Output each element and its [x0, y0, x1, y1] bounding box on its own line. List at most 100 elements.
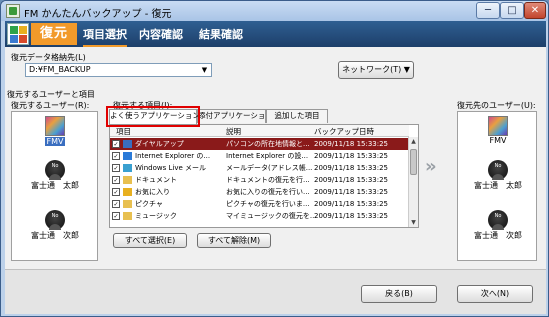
item-name: Windows Live メール	[135, 164, 206, 172]
restore-source-label: 復元データ格納先(L)	[11, 53, 86, 62]
folder-icon	[123, 176, 132, 184]
item-backup-date: 2009/11/18 15:33:25	[314, 212, 389, 220]
source-user-name: 富士通 太郎	[31, 181, 79, 190]
close-button[interactable]: ✕	[524, 2, 546, 19]
network-button[interactable]: ネットワーク(T) ▼	[338, 61, 414, 79]
item-name: お気に入り	[135, 188, 170, 196]
item-backup-date: 2009/11/18 15:33:25	[314, 200, 389, 208]
no-image-avatar-icon: No	[45, 210, 65, 230]
footer-bar: 戻る(B) 次へ(N)	[5, 269, 546, 314]
tab-added-items[interactable]: 追加した項目	[266, 109, 328, 123]
mail-icon	[123, 164, 132, 172]
item-checkbox[interactable]: ✓	[112, 200, 120, 208]
source-users-label: 復元するユーザー(R):	[11, 101, 90, 110]
table-row[interactable]: ✓ ダイヤルアップ パソコンの所在地情報と... 2009/11/18 15:33:2…	[110, 138, 409, 150]
item-description: ピクチャの復元を行いま...	[226, 200, 310, 208]
item-backup-date: 2009/11/18 15:33:25	[314, 176, 389, 184]
table-row[interactable]: ✓ ピクチャ ピクチャの復元を行いま... 2009/11/18 15:33:25	[110, 198, 409, 210]
table-row[interactable]: ✓ お気に入り お気に入りの復元を行い... 2009/11/18 15:33:25	[110, 186, 409, 198]
item-name: ミュージック	[135, 212, 177, 220]
item-checkbox[interactable]: ✓	[112, 212, 120, 220]
folder-icon	[123, 212, 132, 220]
step-confirm-contents: 内容確認	[139, 28, 183, 41]
minimize-button[interactable]: ─	[476, 2, 500, 19]
item-description: お気に入りの復元を行い...	[226, 188, 310, 196]
target-user-name: 富士通 次郎	[474, 231, 522, 240]
source-user-taro[interactable]: No 富士通 太郎	[20, 160, 90, 191]
highlight-box	[106, 106, 200, 127]
favorites-icon	[123, 188, 132, 196]
fmv-avatar-icon	[488, 116, 508, 136]
item-checkbox[interactable]: ✓	[112, 176, 120, 184]
select-all-button[interactable]: すべて選択(E)	[113, 233, 187, 248]
target-user-jiro[interactable]: No 富士通 次郎	[463, 210, 533, 241]
fmv-avatar-icon	[45, 116, 65, 136]
column-header-item[interactable]: 項目	[116, 126, 131, 137]
item-description: マイミュージックの復元を...	[226, 212, 317, 220]
step-confirm-results: 結果確認	[199, 28, 243, 41]
fm-logo-icon	[7, 23, 29, 45]
item-description: メールデータ(アドレス帳...	[226, 164, 313, 172]
target-users-label: 復元先のユーザー(U):	[457, 101, 536, 110]
item-checkbox[interactable]: ✓	[112, 140, 120, 148]
item-checkbox[interactable]: ✓	[112, 164, 120, 172]
no-image-avatar-icon: No	[488, 160, 508, 180]
target-user-name: FMV	[489, 136, 507, 145]
table-row[interactable]: ✓ Windows Live メール メールデータ(アドレス帳... 2009/11/…	[110, 162, 409, 174]
next-button[interactable]: 次へ(N)	[457, 285, 533, 303]
step-select-items: 項目選択	[83, 28, 127, 47]
table-row[interactable]: ✓ Internet Explorer の... Internet Explorer…	[110, 150, 409, 162]
scroll-down-icon[interactable]: ▼	[409, 218, 418, 227]
source-user-jiro[interactable]: No 富士通 次郎	[20, 210, 90, 241]
no-image-avatar-icon: No	[488, 210, 508, 230]
transfer-arrow-icon: »	[425, 156, 436, 177]
item-name: ピクチャ	[135, 200, 163, 208]
back-button[interactable]: 戻る(B)	[361, 285, 437, 303]
item-description: ドキュメントの復元を行...	[226, 176, 310, 184]
target-user-name: 富士通 太郎	[474, 181, 522, 190]
deselect-all-button[interactable]: すべて解除(M)	[197, 233, 271, 248]
item-description: Internet Explorer の設...	[226, 152, 309, 160]
source-user-name: 富士通 次郎	[31, 231, 79, 240]
item-description: パソコンの所在地情報と...	[226, 140, 310, 148]
mode-title: 復元	[31, 23, 77, 45]
app-window: FM かんたんバックアップ - 復元 ─ □ ✕ 復元 項目選択 内容確認 結果…	[0, 0, 549, 317]
folder-icon	[123, 200, 132, 208]
vertical-scrollbar[interactable]: ▲ ▼	[408, 137, 418, 227]
main-panel: 復元 項目選択 内容確認 結果確認 復元データ格納先(L) D:¥FM_BACK…	[5, 21, 546, 314]
item-backup-date: 2009/11/18 15:33:25	[314, 164, 389, 172]
title-bar[interactable]: FM かんたんバックアップ - 復元 ─ □ ✕	[1, 1, 548, 21]
tab-bundled-apps[interactable]: 添付アプリケーション	[197, 109, 273, 123]
source-user-fmv[interactable]: FMV	[32, 116, 78, 146]
table-row[interactable]: ✓ ミュージック マイミュージックの復元を... 2009/11/18 15:33:2…	[110, 210, 409, 222]
step-header: 復元 項目選択 内容確認 結果確認	[5, 21, 546, 47]
source-users-list: FMV No 富士通 太郎 No 富士通 次郎	[11, 111, 98, 261]
item-name: ドキュメント	[135, 176, 177, 184]
items-table: 項目 説明 バックアップ日時 ✓ ダイヤルアップ パソコンの所在地情報と... 200…	[109, 124, 419, 228]
item-name: ダイヤルアップ	[135, 140, 184, 148]
dialup-icon	[123, 140, 132, 148]
restore-source-select[interactable]: D:¥FM_BACKUP ▼	[25, 63, 212, 77]
item-checkbox[interactable]: ✓	[112, 152, 120, 160]
chevron-down-icon: ▼	[201, 66, 208, 74]
no-image-avatar-icon: No	[45, 160, 65, 180]
window-title: FM かんたんバックアップ - 復元	[24, 9, 172, 20]
section-label: 復元するユーザーと項目	[7, 90, 95, 99]
column-header-description[interactable]: 説明	[226, 126, 241, 137]
scroll-thumb[interactable]	[410, 149, 417, 175]
target-user-fmv[interactable]: FMV	[475, 116, 521, 145]
item-checkbox[interactable]: ✓	[112, 188, 120, 196]
target-users-list: FMV No 富士通 太郎 No 富士通 次郎	[457, 111, 537, 261]
table-row[interactable]: ✓ ドキュメント ドキュメントの復元を行... 2009/11/18 15:33:25	[110, 174, 409, 186]
maximize-button[interactable]: □	[500, 2, 524, 19]
ie-icon	[123, 152, 132, 160]
app-icon	[6, 4, 20, 18]
source-user-name: FMV	[44, 137, 66, 146]
item-name: Internet Explorer の...	[135, 152, 211, 160]
scroll-up-icon[interactable]: ▲	[409, 137, 418, 146]
item-backup-date: 2009/11/18 15:33:25	[314, 188, 389, 196]
item-backup-date: 2009/11/18 15:33:25	[314, 140, 389, 148]
column-header-backup-date[interactable]: バックアップ日時	[314, 126, 374, 137]
item-backup-date: 2009/11/18 15:33:25	[314, 152, 389, 160]
target-user-taro[interactable]: No 富士通 太郎	[463, 160, 533, 191]
